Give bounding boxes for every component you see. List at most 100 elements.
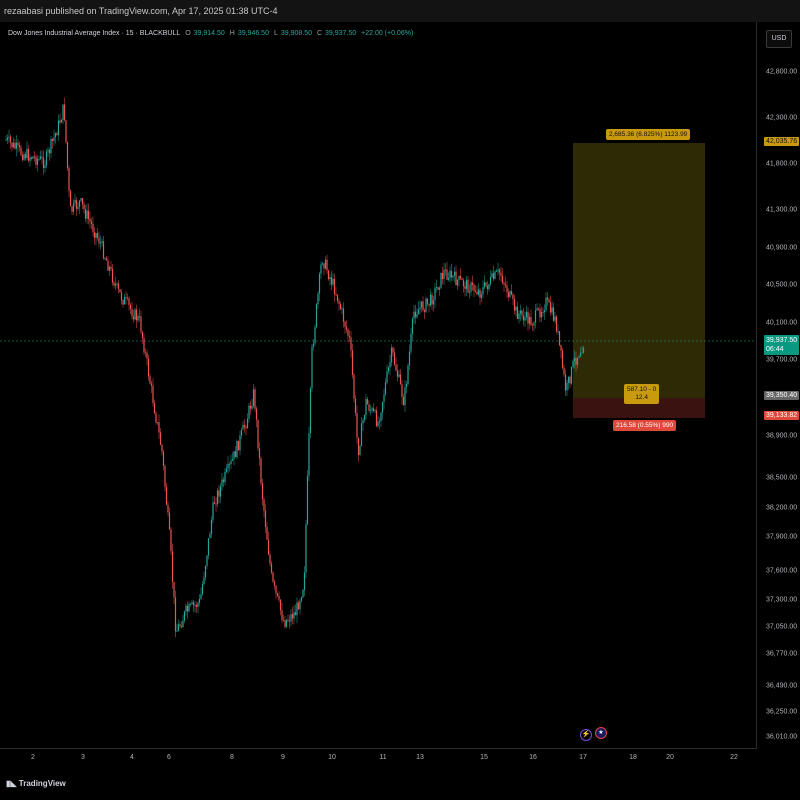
candle-body: [188, 604, 190, 612]
time-axis-tick: 8: [230, 754, 234, 761]
candle-body: [482, 287, 484, 295]
currency-button[interactable]: USD: [766, 30, 792, 48]
publisher-text: rezaabasi published on TradingView.com, …: [4, 6, 278, 16]
candle-body: [248, 405, 250, 419]
candle-body: [320, 264, 322, 274]
time-axis[interactable]: 2 3 4 6 8 9 10 11 13 15 16 17 18 20 22: [0, 748, 756, 770]
candle-body: [138, 316, 141, 317]
entry-box-label[interactable]: 587.10 - 0 12.4: [624, 384, 660, 404]
us-flag-icon[interactable]: ★: [595, 727, 607, 739]
candle-body: [515, 306, 517, 311]
candle-body: [233, 451, 235, 460]
entry-price-tag: 39,350.40: [764, 391, 800, 400]
candle-body: [152, 385, 154, 404]
candle-body: [239, 435, 241, 451]
candle-body: [560, 344, 562, 351]
candle-body: [347, 329, 349, 336]
candle-body: [311, 346, 313, 389]
candle-body: [96, 233, 99, 238]
candle-body: [261, 483, 264, 500]
candle-body: [18, 144, 21, 148]
candle-body: [504, 284, 507, 286]
candle-body: [110, 266, 112, 269]
candle-body: [174, 597, 177, 632]
candle-body: [75, 200, 78, 209]
tradingview-logo[interactable]: ▮◣ TradingView: [6, 779, 66, 788]
candle-body: [573, 357, 576, 361]
candle-body: [173, 581, 175, 598]
candle-body: [213, 502, 216, 504]
candle-body: [330, 277, 333, 285]
candle-body: [66, 141, 69, 169]
candle-body: [371, 408, 373, 411]
target-zone: [573, 143, 705, 398]
candle-body: [155, 413, 157, 423]
candle-body: [26, 148, 28, 159]
lightning-icon[interactable]: ⚡: [580, 729, 592, 741]
candle-body: [452, 275, 454, 278]
candle-body: [485, 282, 487, 286]
candle-body: [230, 460, 232, 465]
candle-body: [339, 303, 342, 310]
candle-body: [287, 619, 289, 621]
candle-body: [390, 347, 393, 363]
price-axis[interactable]: 42,800.00 42,300.00 41,800.00 41,300.00 40,9…: [757, 22, 800, 748]
candle-body: [527, 311, 529, 324]
candle-body: [114, 283, 117, 286]
candle-body: [29, 157, 31, 161]
stop-box-label[interactable]: 216.58 (0.55%) 990: [613, 420, 677, 431]
candle-body: [389, 362, 391, 368]
candle-body: [11, 142, 13, 148]
candle-body: [471, 282, 474, 285]
candle-body: [141, 332, 144, 339]
time-axis-tick: 2: [31, 754, 35, 761]
candle-body: [12, 142, 15, 148]
candle-body: [488, 284, 490, 290]
candle-body: [383, 394, 385, 402]
candle-body: [492, 273, 495, 279]
candle-body: [254, 389, 256, 409]
candle-body: [506, 285, 508, 293]
candle-body: [350, 337, 352, 351]
candle-body: [164, 466, 166, 487]
price-axis-tick: 38,200.00: [766, 504, 798, 512]
candle-body: [210, 519, 213, 534]
candle-body: [204, 565, 207, 578]
candle-body: [231, 459, 234, 461]
candle-body: [522, 315, 525, 321]
chart-pane[interactable]: Dow Jones Industrial Average Index · 15 …: [0, 22, 757, 749]
candle-body: [501, 275, 504, 283]
symbol-legend[interactable]: Dow Jones Industrial Average Index · 15 …: [8, 30, 416, 37]
candle-body: [534, 310, 537, 323]
bar-countdown: 06:44: [766, 346, 784, 353]
candle-body: [285, 619, 288, 627]
candle-body: [249, 405, 252, 409]
candle-body: [296, 602, 298, 616]
candle-body: [512, 294, 514, 300]
candle-body: [360, 423, 363, 447]
time-axis-tick: 10: [328, 754, 336, 761]
candle-body: [305, 524, 307, 573]
candle-body: [474, 290, 477, 293]
candle-body: [486, 285, 489, 290]
high-label: H: [229, 30, 235, 37]
candle-body: [315, 303, 318, 328]
candle-body: [35, 156, 37, 165]
candle-body: [156, 422, 159, 423]
candle-body: [57, 120, 60, 136]
symbol-name[interactable]: Dow Jones Industrial Average Index · 15 …: [8, 30, 180, 37]
candle-body: [510, 291, 513, 295]
candle-body: [426, 298, 429, 304]
candle-body: [444, 269, 447, 271]
price-axis-tick: 40,100.00: [766, 319, 798, 327]
candle-body: [407, 365, 409, 385]
target-box-label[interactable]: 2,685.36 (6.825%) 1123.99: [606, 129, 691, 140]
candle-body: [102, 241, 105, 259]
time-axis-tick: 18: [629, 754, 637, 761]
chart-frame[interactable]: Dow Jones Industrial Average Index · 15 …: [0, 22, 800, 770]
price-axis-tick: 37,050.00: [766, 623, 798, 631]
candle-body: [459, 275, 462, 279]
candle-body: [125, 296, 127, 298]
candle-body: [63, 104, 66, 121]
candle-body: [413, 311, 415, 319]
